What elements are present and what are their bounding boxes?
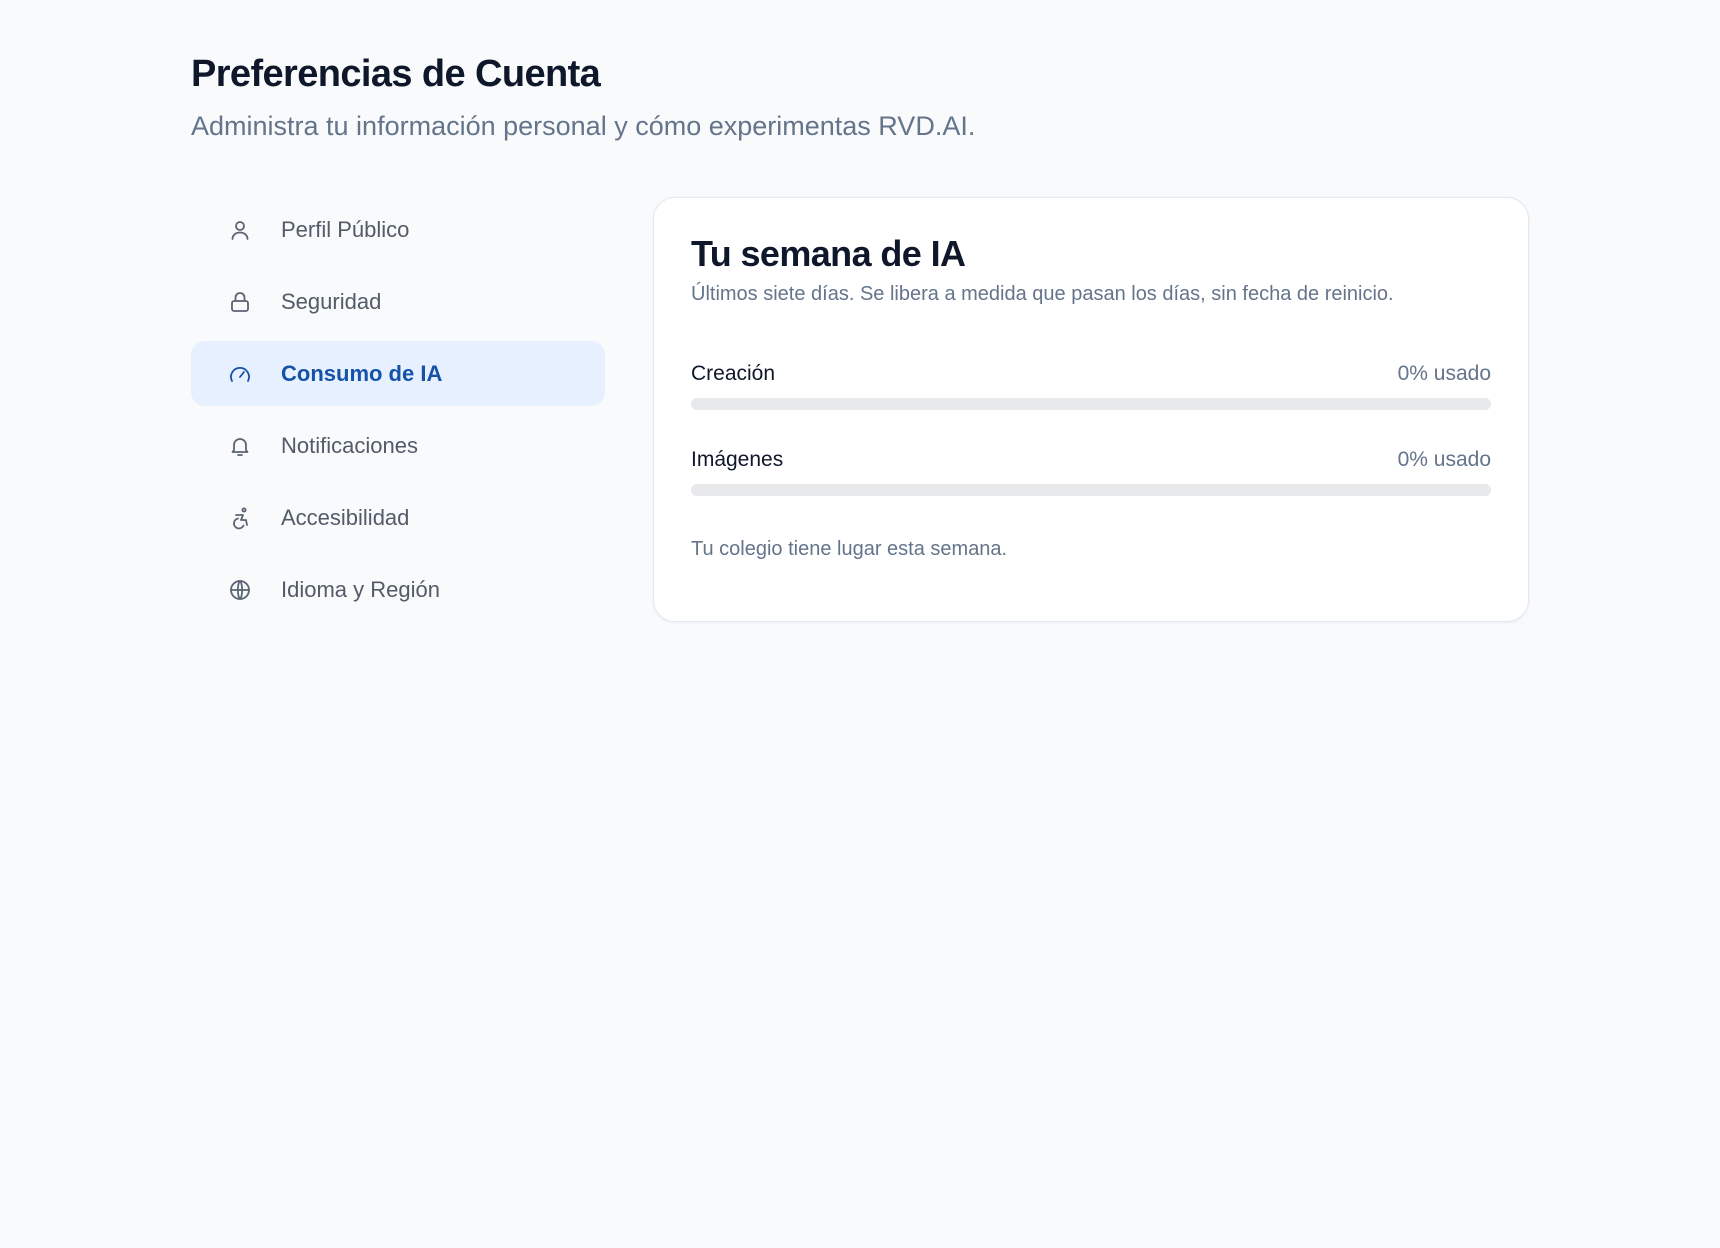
sidebar-item-notifications[interactable]: Notificaciones <box>191 413 605 478</box>
usage-row-creation: Creación 0% usado <box>691 360 1491 410</box>
account-preferences-page: Preferencias de Cuenta Administra tu inf… <box>0 0 1720 1248</box>
settings-sidebar: Perfil Público Seguridad Consumo de IA N… <box>191 197 605 629</box>
sidebar-item-ai-usage[interactable]: Consumo de IA <box>191 341 605 406</box>
sidebar-item-accessibility[interactable]: Accesibilidad <box>191 485 605 550</box>
usage-progress-bar <box>691 484 1491 496</box>
usage-row-header: Creación 0% usado <box>691 360 1491 388</box>
card-title: Tu semana de IA <box>691 233 966 274</box>
sidebar-item-label: Perfil Público <box>281 216 410 242</box>
usage-label: Imágenes <box>691 448 784 471</box>
sidebar-item-security[interactable]: Seguridad <box>191 269 605 334</box>
sidebar-item-label: Notificaciones <box>281 432 418 458</box>
sidebar-item-language-region[interactable]: Idioma y Región <box>191 557 605 622</box>
usage-value: 0% usado <box>1397 448 1491 471</box>
usage-progress-bar <box>691 398 1491 410</box>
page-header: Preferencias de Cuenta Administra tu inf… <box>191 48 975 144</box>
usage-value: 0% usado <box>1397 362 1491 385</box>
gauge-icon <box>227 361 253 387</box>
page-subtitle: Administra tu información personal y cóm… <box>191 111 976 141</box>
user-icon <box>227 217 253 243</box>
accessibility-icon <box>227 505 253 531</box>
globe-icon <box>227 577 253 603</box>
ai-week-card: Tu semana de IA Últimos siete días. Se l… <box>653 197 1529 622</box>
sidebar-item-label: Consumo de IA <box>281 360 443 386</box>
lock-icon <box>227 289 253 315</box>
sidebar-item-label: Seguridad <box>281 288 382 314</box>
usage-row-header: Imágenes 0% usado <box>691 446 1491 474</box>
sidebar-item-label: Idioma y Región <box>281 576 440 602</box>
page-title: Preferencias de Cuenta <box>191 53 601 95</box>
sidebar-item-label: Accesibilidad <box>281 504 410 530</box>
usage-row-images: Imágenes 0% usado <box>691 446 1491 496</box>
bell-icon <box>227 433 253 459</box>
usage-label: Creación <box>691 362 776 385</box>
sidebar-item-public-profile[interactable]: Perfil Público <box>191 197 605 262</box>
card-subtitle: Últimos siete días. Se libera a medida q… <box>691 283 1394 305</box>
card-note: Tu colegio tiene lugar esta semana. <box>691 538 1008 560</box>
